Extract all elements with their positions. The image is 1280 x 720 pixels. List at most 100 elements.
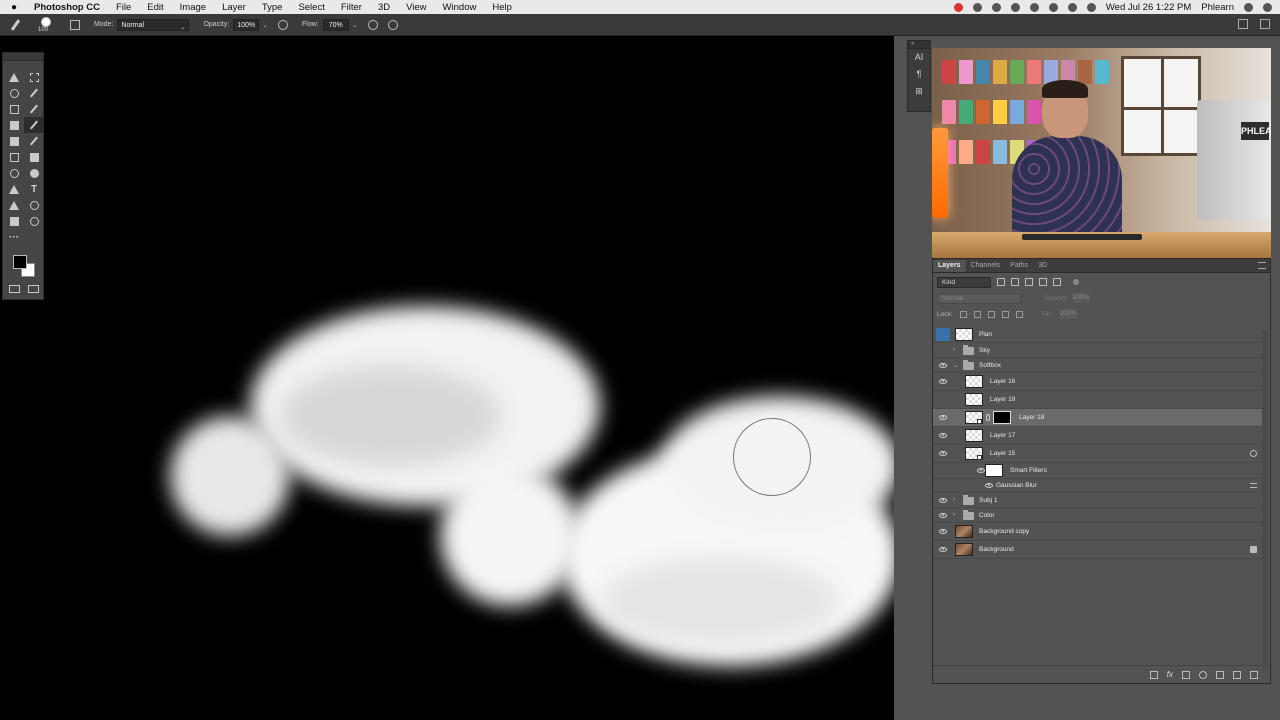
tab-paths[interactable]: Paths (1005, 260, 1033, 272)
airplay-icon[interactable] (1048, 2, 1058, 12)
blur-tool[interactable] (4, 165, 24, 181)
layer-row[interactable]: Background copy (933, 523, 1263, 541)
link-layers-icon[interactable] (1149, 670, 1158, 679)
flow-field[interactable]: 70% (322, 18, 349, 31)
layer-row-selected[interactable]: Layer 18 (933, 409, 1263, 427)
visibility-toggle[interactable] (939, 451, 947, 456)
battery-icon[interactable] (1086, 2, 1096, 12)
smart-filters-row[interactable]: Smart Filters (933, 463, 1263, 479)
visibility-toggle[interactable] (977, 468, 985, 473)
panel-menu-icon[interactable] (1258, 262, 1266, 269)
healing-tool[interactable] (4, 117, 24, 133)
visibility-toggle[interactable] (985, 483, 993, 488)
filter-adjustment-icon[interactable] (1011, 278, 1019, 286)
expand-arrow-icon[interactable]: › (953, 497, 955, 503)
layers-scrollbar[interactable] (1262, 330, 1268, 670)
mode-select[interactable]: Normal (117, 18, 190, 31)
expand-arrow-icon[interactable]: › (953, 512, 955, 518)
path-select-tool[interactable] (4, 197, 24, 213)
opacity-dropdown-icon[interactable]: ⌄ (262, 21, 268, 29)
pen-tool[interactable] (4, 181, 24, 197)
layer-opacity-field[interactable]: 100% (1071, 293, 1090, 303)
visibility-toggle[interactable] (939, 415, 947, 420)
menu-type[interactable]: Type (254, 2, 291, 13)
layer-group-row[interactable]: › Subj 1 (933, 493, 1263, 508)
type-tool[interactable]: T (24, 181, 44, 197)
visibility-toggle[interactable] (939, 433, 947, 438)
airbrush-icon[interactable] (367, 19, 378, 30)
expand-arrow-icon[interactable]: › (953, 347, 955, 353)
visibility-toggle[interactable] (939, 379, 947, 384)
app-menu[interactable]: Photoshop CC (28, 2, 108, 13)
filter-mask-thumbnail[interactable] (985, 464, 1003, 477)
layer-row[interactable]: Background (933, 541, 1263, 559)
time-machine-icon[interactable] (1010, 2, 1020, 12)
fx-icon[interactable]: fx (1167, 670, 1173, 679)
ai-panel-icon[interactable]: AI (908, 49, 930, 66)
menu-help[interactable]: Help (484, 2, 520, 13)
blend-mode-select[interactable]: Normal (937, 292, 1021, 304)
visibility-toggle[interactable] (939, 547, 947, 552)
quick-mask-icon[interactable] (9, 285, 20, 293)
brush-panel-icon[interactable] (70, 19, 80, 30)
document-canvas[interactable] (0, 36, 894, 720)
new-group-icon[interactable] (1216, 670, 1224, 679)
user-name[interactable]: Phlearn (1201, 2, 1234, 13)
trash-icon[interactable] (1250, 670, 1258, 679)
menu-image[interactable]: Image (172, 2, 214, 13)
tab-3d[interactable]: 3D (1033, 260, 1052, 272)
tools-panel-grip[interactable] (3, 53, 43, 61)
clock[interactable]: Wed Jul 26 1:22 PM (1106, 2, 1191, 13)
pressure-size-icon[interactable] (387, 19, 398, 30)
apple-icon[interactable]: ● (0, 2, 28, 13)
edit-toolbar[interactable]: ··· (4, 229, 24, 245)
visibility-toggle[interactable] (939, 529, 947, 534)
menu-view[interactable]: View (398, 2, 434, 13)
menu-3d[interactable]: 3D (370, 2, 398, 13)
new-layer-icon[interactable] (1233, 670, 1241, 679)
visibility-toggle[interactable] (939, 498, 947, 503)
visibility-toggle[interactable] (939, 513, 947, 518)
visibility-toggle[interactable] (936, 328, 950, 341)
layer-group-row[interactable]: › Color (933, 508, 1263, 523)
history-brush-tool[interactable] (24, 133, 44, 149)
ellipse-tool[interactable] (24, 197, 44, 213)
add-mask-icon[interactable] (1182, 670, 1190, 679)
filter-row[interactable]: Gaussian Blur (933, 479, 1263, 493)
lasso-tool[interactable] (4, 85, 24, 101)
dodge-tool[interactable] (24, 165, 44, 181)
menu-window[interactable]: Window (435, 2, 485, 13)
filter-kind-select[interactable]: Kind (937, 276, 991, 288)
layer-row[interactable]: Plan (933, 326, 1263, 343)
lock-all-icon[interactable] (1015, 310, 1023, 318)
tab-channels[interactable]: Channels (966, 260, 1006, 272)
menu-filter[interactable]: Filter (333, 2, 370, 13)
layer-mask-thumbnail[interactable] (993, 411, 1011, 424)
menu-select[interactable]: Select (290, 2, 332, 13)
filter-shape-icon[interactable] (1039, 278, 1047, 286)
spotlight-icon[interactable] (1244, 2, 1253, 12)
lock-artboard-icon[interactable] (1001, 310, 1009, 318)
lock-icon[interactable] (1250, 546, 1257, 553)
menu-edit[interactable]: Edit (139, 2, 171, 13)
hand-tool[interactable] (4, 213, 24, 229)
menu-layer[interactable]: Layer (214, 2, 254, 13)
eyedropper-tool[interactable] (24, 101, 44, 117)
gradient-tool[interactable] (24, 149, 44, 165)
filter-blending-options-icon[interactable] (1250, 483, 1257, 488)
tab-layers[interactable]: Layers (933, 260, 966, 272)
visibility-toggle[interactable] (939, 346, 947, 354)
layer-row[interactable]: Layer 17 (933, 427, 1263, 445)
screen-mode-icon[interactable] (28, 285, 39, 293)
layer-row[interactable]: Layer 19 (933, 391, 1263, 409)
collapse-arrow-icon[interactable]: ⌄ (953, 362, 958, 369)
creative-cloud-icon[interactable] (972, 2, 982, 12)
eraser-tool[interactable] (4, 149, 24, 165)
notification-center-icon[interactable] (1263, 2, 1272, 12)
lock-image-icon[interactable] (973, 310, 981, 318)
brush-preset-picker[interactable]: 100 (36, 16, 58, 34)
search-icon[interactable] (1238, 19, 1248, 29)
filter-smart-object-icon[interactable] (1053, 278, 1061, 286)
lock-transparent-icon[interactable] (959, 310, 967, 318)
layer-row[interactable]: Layer 15 (933, 445, 1263, 463)
